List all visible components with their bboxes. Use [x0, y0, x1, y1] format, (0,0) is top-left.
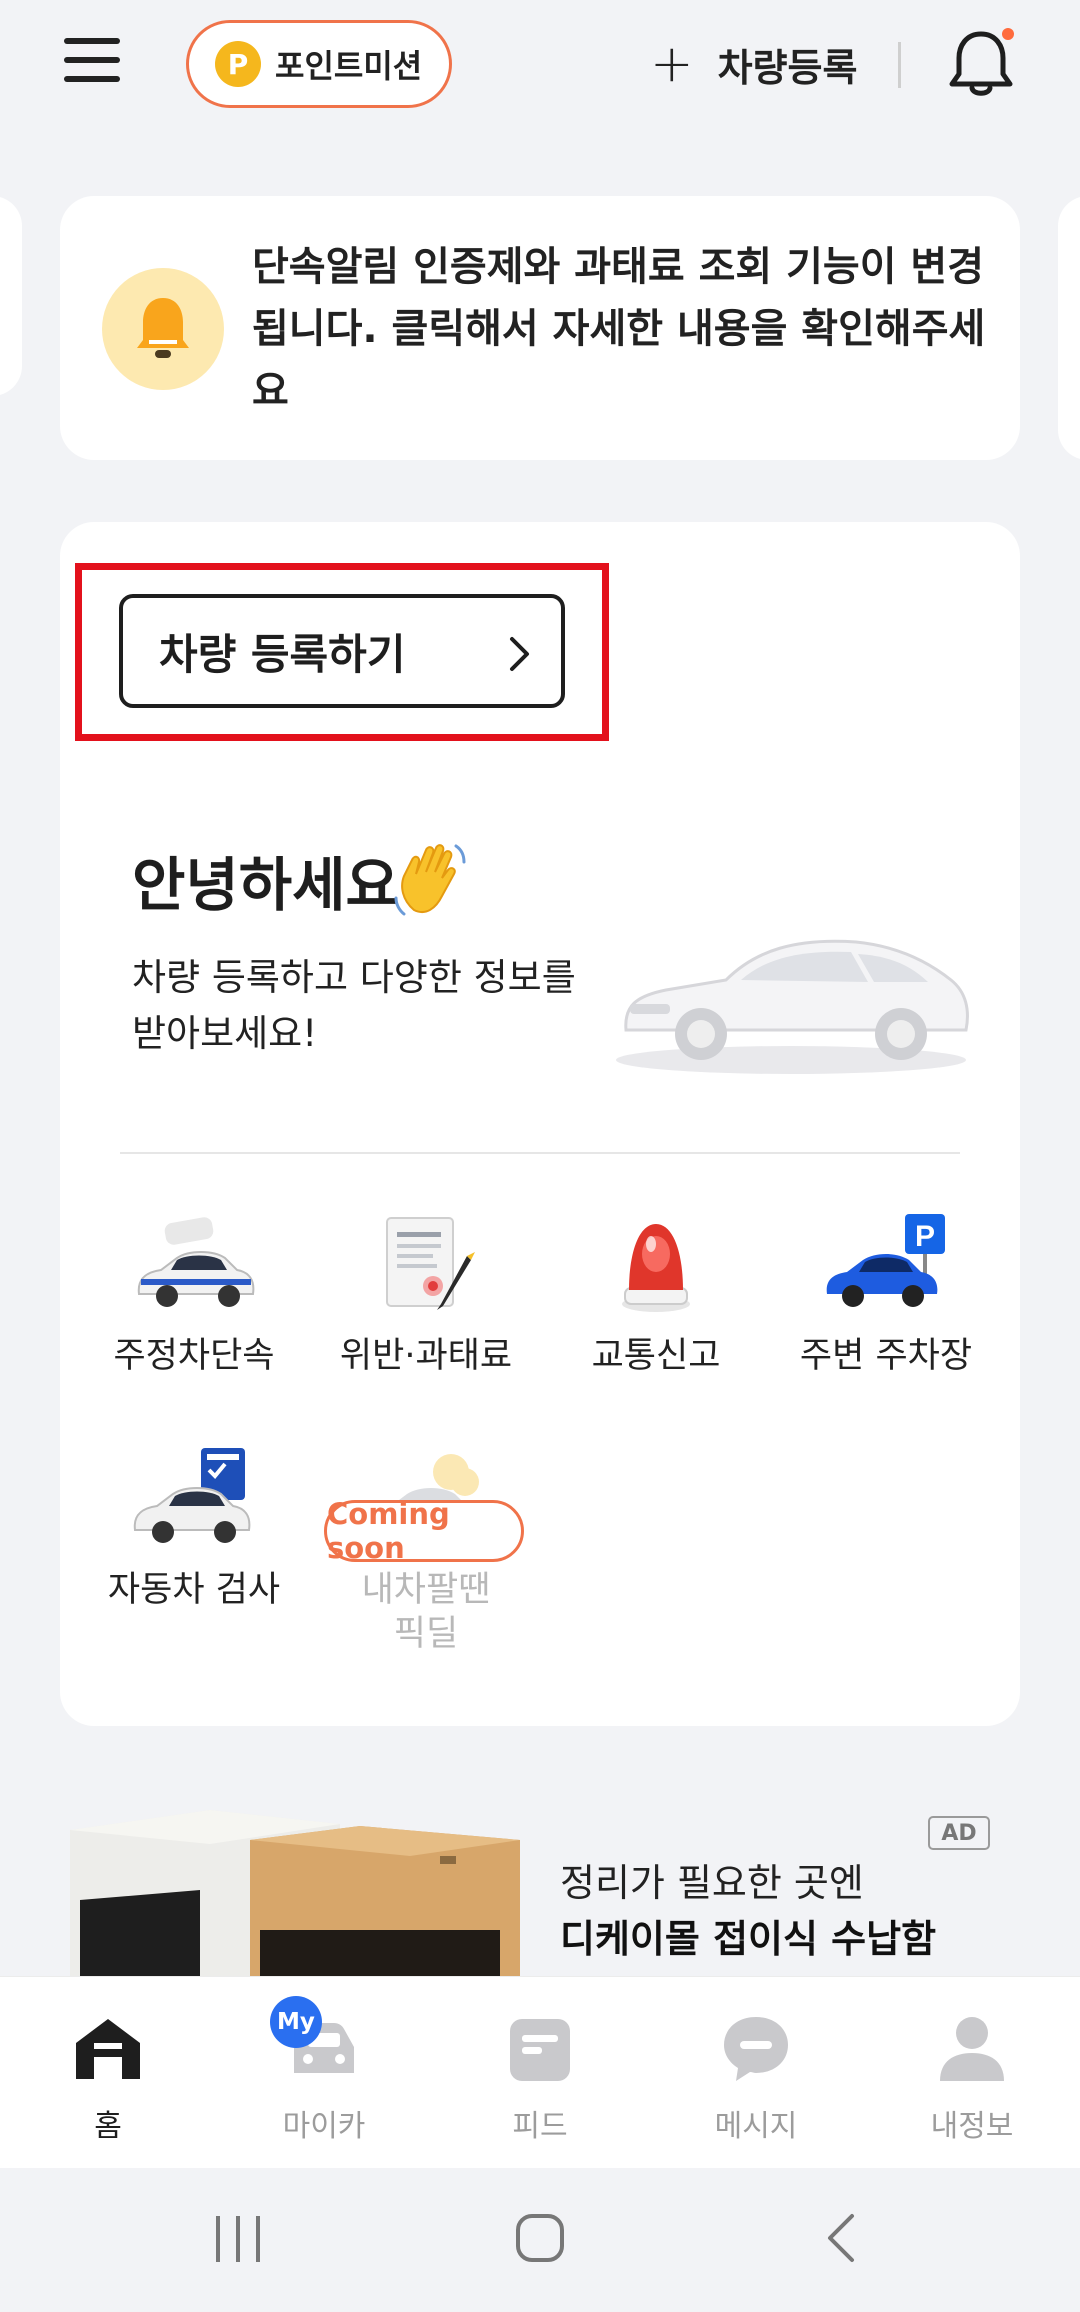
storage-box-image	[70, 1810, 520, 1976]
my-badge: My	[270, 1996, 322, 2048]
service-violation-fine[interactable]: 위반·과태료	[311, 1206, 541, 1378]
service-car-inspection[interactable]: 자동차 검사	[79, 1440, 309, 1612]
nav-profile-label: 내정보	[930, 2109, 1014, 2144]
home-circle-icon[interactable]	[514, 2210, 566, 2270]
fine-document-icon	[311, 1206, 541, 1316]
siren-icon	[541, 1206, 771, 1316]
message-icon	[720, 2013, 792, 2085]
nav-message-label: 메시지	[714, 2109, 798, 2144]
bottom-nav: 홈 마이카 피드 메시지 내정보	[0, 1976, 1080, 2168]
service-nearby-parking[interactable]: P 주변 주차장	[771, 1206, 1001, 1378]
point-mission-button[interactable]: P 포인트미션	[186, 20, 452, 108]
home-icon	[72, 2013, 144, 2085]
system-nav-bar	[0, 2168, 1080, 2312]
notice-text: 단속알림 인증제와 과태료 조회 기능이 변경됩니다. 클릭해서 자세한 내용을…	[252, 244, 986, 414]
nav-my-car-label: 마이카	[282, 2109, 366, 2144]
point-coin-icon: P	[215, 41, 261, 87]
car-inspection-icon	[79, 1440, 309, 1550]
parking-enforcement-icon	[79, 1206, 309, 1316]
service-label: 자동차 검사	[107, 1570, 281, 1610]
top-bar: P 포인트미션 + 차량등록	[0, 0, 1080, 130]
add-car-button[interactable]: + 차량등록	[650, 34, 857, 94]
ad-line1: 정리가 필요한 곳엔	[560, 1861, 864, 1905]
nav-home-label: 홈	[94, 2109, 122, 2144]
nearby-parking-icon: P	[771, 1206, 1001, 1316]
service-traffic-report[interactable]: 교통신고	[541, 1206, 771, 1378]
hamburger-menu-icon[interactable]	[64, 38, 124, 88]
service-label: 위반·과태료	[339, 1336, 513, 1376]
notice-card-prev[interactable]	[0, 196, 22, 396]
service-label-line1: 내차팔땐	[361, 1570, 491, 1610]
greeting-title: 안녕하세요	[132, 851, 399, 919]
service-label: 교통신고	[591, 1336, 721, 1376]
notice-bell-icon	[102, 268, 224, 390]
nav-feed[interactable]: 피드	[432, 1977, 648, 2169]
greeting-subtitle-line1: 차량 등록하고 다양한 정보를	[132, 956, 576, 999]
ad-badge: AD	[928, 1816, 990, 1850]
profile-icon	[936, 2013, 1008, 2085]
nav-feed-label: 피드	[512, 2109, 568, 2144]
register-car-label: 차량 등록하기	[159, 629, 406, 679]
header-divider	[898, 42, 901, 88]
svg-text:P: P	[915, 1220, 935, 1253]
notification-dot	[1002, 28, 1014, 40]
greeting-subtitle: 차량 등록하고 다양한 정보를 받아보세요!	[132, 950, 632, 1062]
card-divider	[120, 1152, 960, 1154]
nav-home[interactable]: 홈	[0, 1977, 216, 2169]
service-parking-enforcement[interactable]: 주정차단속	[79, 1206, 309, 1378]
point-mission-label: 포인트미션	[275, 47, 423, 85]
nav-my-car[interactable]: 마이카	[216, 1977, 432, 2169]
register-car-button[interactable]: 차량 등록하기	[119, 594, 565, 708]
service-label: 주정차단속	[113, 1336, 275, 1376]
nav-message[interactable]: 메시지	[648, 1977, 864, 2169]
coming-soon-badge: Coming soon	[324, 1497, 524, 1565]
back-icon[interactable]	[822, 2210, 862, 2270]
chevron-right-icon	[509, 636, 531, 676]
recent-apps-icon[interactable]	[212, 2210, 264, 2270]
notice-card-next[interactable]	[1058, 196, 1080, 460]
notice-card[interactable]: 단속알림 인증제와 과태료 조회 기능이 변경됩니다. 클릭해서 자세한 내용을…	[60, 196, 1020, 460]
add-car-label: 차량등록	[717, 45, 858, 90]
nav-profile[interactable]: 내정보	[864, 1977, 1080, 2169]
car-illustration	[606, 910, 976, 1084]
service-label-line2: 픽딜	[393, 1614, 459, 1654]
service-label: 주변 주차장	[799, 1336, 973, 1376]
waving-hand-icon	[392, 840, 468, 924]
service-label: 내차팔땐 픽딜	[311, 1568, 541, 1656]
greeting-subtitle-line2: 받아보세요!	[132, 1012, 318, 1055]
plus-icon: +	[650, 34, 694, 94]
ad-line2: 디케이몰 접이식 수납함	[560, 1917, 937, 1961]
feed-icon	[504, 2013, 576, 2085]
